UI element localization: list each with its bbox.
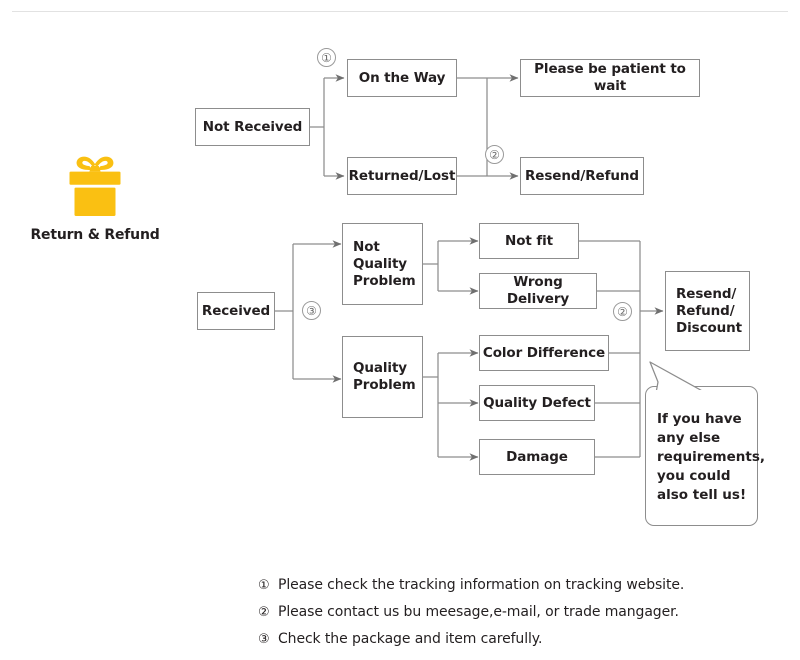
footnote-text: Please contact us bu meesage,e-mail, or … xyxy=(278,604,679,620)
node-not-quality-problem[interactable]: Not Quality Problem xyxy=(342,223,423,305)
node-quality-problem[interactable]: Quality Problem xyxy=(342,336,423,418)
speech-bubble: If you have any else requirements, you c… xyxy=(645,361,765,526)
node-on-the-way[interactable]: On the Way xyxy=(347,59,457,97)
node-received[interactable]: Received xyxy=(197,292,275,330)
marker-2-resend-refund: ② xyxy=(485,145,504,164)
gift-box-icon xyxy=(69,156,121,216)
node-reason-damage[interactable]: Damage xyxy=(479,439,595,475)
node-please-be-patient[interactable]: Please be patient to wait xyxy=(520,59,700,97)
footnote-item: ① Please check the tracking information … xyxy=(258,572,778,599)
node-reason-quality-defect[interactable]: Quality Defect xyxy=(479,385,595,421)
node-returned-lost[interactable]: Returned/Lost xyxy=(347,157,457,195)
node-reason-not-fit[interactable]: Not fit xyxy=(479,223,579,259)
node-reason-wrong-delivery[interactable]: Wrong Delivery xyxy=(479,273,597,309)
flowchart-page: Return & Refund Not Received ① On the Wa… xyxy=(0,0,800,660)
marker-1-on-the-way: ① xyxy=(317,48,336,67)
node-not-received[interactable]: Not Received xyxy=(195,108,310,146)
footnote-text: Check the package and item carefully. xyxy=(278,631,543,647)
footnote-marker: ① xyxy=(258,578,270,593)
speech-bubble-tail xyxy=(649,361,708,397)
footnote-marker: ② xyxy=(258,605,270,620)
footnotes-list: ① Please check the tracking information … xyxy=(258,572,778,653)
node-resend-refund-discount[interactable]: Resend/ Refund/ Discount xyxy=(665,271,750,351)
node-reason-color-difference[interactable]: Color Difference xyxy=(479,335,609,371)
footnote-item: ② Please contact us bu meesage,e-mail, o… xyxy=(258,599,778,626)
brand-label: Return & Refund xyxy=(30,227,160,243)
brand-block: Return & Refund xyxy=(30,155,160,243)
footnote-marker: ③ xyxy=(258,632,270,647)
speech-bubble-text: If you have any else requirements, you c… xyxy=(657,411,765,503)
footnote-item: ③ Check the package and item carefully. xyxy=(258,626,778,653)
marker-2-merge: ② xyxy=(613,302,632,321)
node-resend-refund[interactable]: Resend/Refund xyxy=(520,157,644,195)
footnote-text: Please check the tracking information on… xyxy=(278,577,685,593)
marker-3-received: ③ xyxy=(302,301,321,320)
